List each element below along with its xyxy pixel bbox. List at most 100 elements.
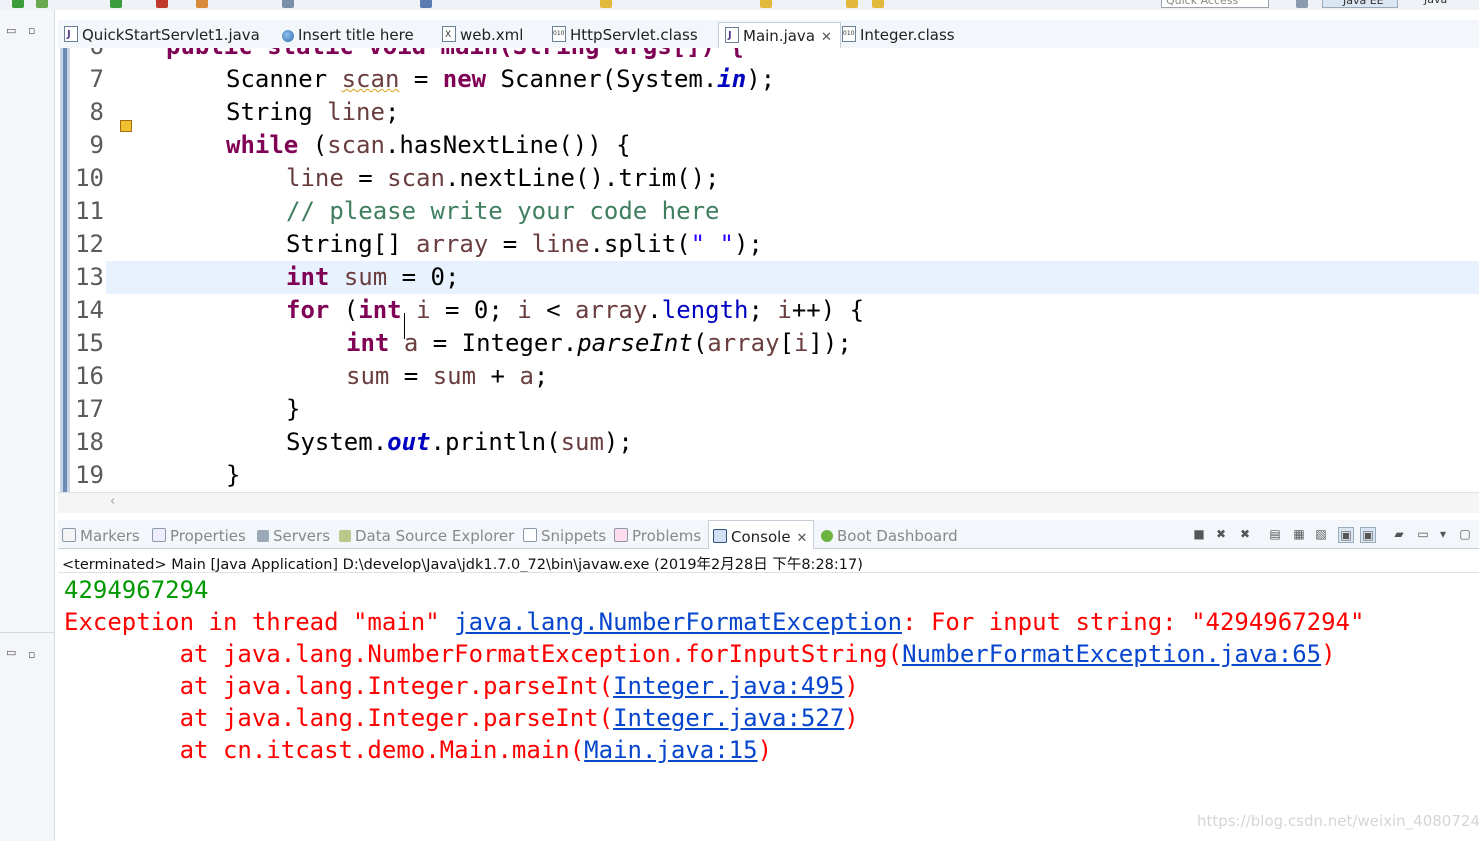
servers-icon xyxy=(257,530,269,542)
tab-httpservlet-class[interactable]: HttpServlet.class xyxy=(552,21,698,48)
tab-markers[interactable]: Markers xyxy=(62,520,140,548)
open-type-icon[interactable] xyxy=(420,0,432,8)
code-token: line xyxy=(327,98,385,126)
chevron-down-icon[interactable]: ▾ xyxy=(1436,527,1450,541)
tab-problems[interactable]: Problems xyxy=(614,520,701,548)
tab-snippets[interactable]: Snippets xyxy=(523,520,606,548)
tab-properties[interactable]: Properties xyxy=(152,520,246,548)
line-number: 6 xyxy=(70,48,104,63)
show-on-output-icon[interactable]: ▣ xyxy=(1338,527,1354,543)
class-file-icon xyxy=(552,21,566,47)
remove-launch-icon[interactable]: ✖ xyxy=(1214,527,1228,541)
code-token: a xyxy=(519,362,534,390)
display-console-icon[interactable]: ▭ xyxy=(1416,527,1430,541)
minimize-icon[interactable]: ▭ xyxy=(6,646,16,659)
tab-label: Integer.class xyxy=(860,26,955,44)
code-token: i xyxy=(517,296,532,324)
exception-class-link[interactable]: java.lang.NumberFormatException xyxy=(454,608,902,636)
close-tab-icon[interactable]: ✕ xyxy=(821,30,832,45)
line-number: 7 xyxy=(89,65,104,93)
tab-label: Problems xyxy=(632,527,702,545)
tab-insert-title-here[interactable]: Insert title here xyxy=(282,22,414,48)
back-icon[interactable] xyxy=(846,0,858,8)
minimized-view-stack: ▭ ▫ ▭ ▫ xyxy=(0,10,55,841)
code-token: ]); xyxy=(808,329,852,357)
stack-frame-link[interactable]: Integer.java:495 xyxy=(613,672,844,700)
tab-servers[interactable]: Servers xyxy=(257,520,330,548)
scroll-lock-icon[interactable]: ▦ xyxy=(1292,527,1306,541)
code-token: i xyxy=(777,296,792,324)
restore-icon[interactable]: ▫ xyxy=(28,24,35,37)
stack-frame: at java.lang.Integer.parseInt( xyxy=(64,704,614,732)
stack-frame-link[interactable]: NumberFormatException.java:65 xyxy=(902,640,1321,668)
open-perspective-icon[interactable] xyxy=(1296,0,1308,8)
run-icon[interactable] xyxy=(12,0,24,8)
edit-icon[interactable] xyxy=(600,0,612,8)
run-last-icon[interactable] xyxy=(110,0,122,8)
stack-trace-line: at java.lang.Integer.parseInt(Integer.ja… xyxy=(64,702,859,734)
scroll-left-icon[interactable]: ‹ xyxy=(110,494,115,509)
console-process-status: <terminated> Main [Java Application] D:\… xyxy=(62,557,863,573)
minimize-icon[interactable]: ▭ xyxy=(6,24,16,37)
code-line: } xyxy=(226,459,240,492)
code-editor[interactable]: 6 7 8 9 10 11 12 13 14 15 16 17 18 19 pu… xyxy=(58,48,1479,492)
stack-trace-line: at java.lang.NumberFormatException.forIn… xyxy=(64,638,1336,670)
data-source-icon xyxy=(339,530,351,542)
code-token: ; xyxy=(384,98,400,126)
tab-quickstartservlet1[interactable]: QuickStartServlet1.java xyxy=(64,22,260,48)
tab-boot-dashboard[interactable]: Boot Dashboard xyxy=(821,520,958,548)
perspective-java-ee[interactable]: Java EE xyxy=(1322,0,1398,8)
code-token: int xyxy=(286,263,330,291)
tab-label: Main.java xyxy=(743,27,816,45)
properties-icon xyxy=(152,528,166,542)
stop-icon[interactable] xyxy=(156,0,168,8)
clear-console-icon[interactable]: ▤ xyxy=(1268,527,1282,541)
restore-icon[interactable]: ▫ xyxy=(28,648,35,661)
tab-web-xml[interactable]: web.xml xyxy=(442,22,523,48)
close-tab-icon[interactable]: ✕ xyxy=(797,531,808,546)
debug-icon[interactable] xyxy=(36,0,48,8)
warning-marker-icon[interactable] xyxy=(120,120,132,132)
maximize-icon[interactable]: ▢ xyxy=(1458,527,1472,541)
code-token: = xyxy=(389,362,433,390)
quick-access-input[interactable]: Quick Access xyxy=(1161,0,1269,8)
tab-console[interactable]: Console ✕ xyxy=(708,520,815,549)
code-token: ); xyxy=(603,428,633,456)
tab-label: Properties xyxy=(170,527,246,545)
word-wrap-icon[interactable]: ▧ xyxy=(1314,527,1328,541)
stack-frame: at java.lang.Integer.parseInt( xyxy=(64,672,614,700)
line-number: 14 xyxy=(75,296,104,324)
code-line-6: public static void main(String args[]) { xyxy=(166,48,744,60)
code-token: [ xyxy=(779,329,794,357)
main-toolbar: Quick Access Java EE Java xyxy=(0,0,1479,10)
tab-label: Servers xyxy=(273,527,331,545)
editor-horizontal-scrollbar[interactable]: ‹ xyxy=(58,492,1479,513)
tab-data-source-explorer[interactable]: Data Source Explorer xyxy=(339,520,514,548)
terminate-icon[interactable]: ■ xyxy=(1192,527,1206,541)
annotation-icon[interactable] xyxy=(760,0,772,8)
stack-frame-link[interactable]: Main.java:15 xyxy=(584,736,757,764)
perspective-java[interactable]: Java xyxy=(1404,0,1447,8)
code-line: line = scan.nextLine().trim(); xyxy=(286,162,720,195)
tab-label: Snippets xyxy=(541,527,607,545)
code-line: // please write your code here xyxy=(286,195,719,228)
line-number: 13 xyxy=(75,263,104,291)
pin-console-icon[interactable]: ▰ xyxy=(1392,527,1406,541)
tab-main-java[interactable]: Main.java ✕ xyxy=(718,22,841,49)
tab-label: Data Source Explorer xyxy=(355,527,515,545)
stack-frame-link[interactable]: Integer.java:527 xyxy=(613,704,844,732)
code-token: for xyxy=(286,296,330,324)
tab-integer-class[interactable]: Integer.class xyxy=(842,21,955,48)
new-icon[interactable] xyxy=(196,0,208,8)
line-number: 9 xyxy=(89,131,104,159)
code-token: + xyxy=(476,362,520,390)
code-token: = 0; xyxy=(430,296,518,324)
code-token: ++) { xyxy=(791,296,865,324)
code-token: int xyxy=(346,329,390,357)
show-on-error-icon[interactable]: ▣ xyxy=(1360,527,1376,543)
search-icon[interactable] xyxy=(282,0,294,8)
code-token: System. xyxy=(286,428,388,456)
remove-all-terminated-icon[interactable]: ✖ xyxy=(1238,527,1252,541)
forward-icon[interactable] xyxy=(872,0,884,8)
editor-tab-bar: QuickStartServlet1.java Insert title her… xyxy=(58,20,1479,49)
